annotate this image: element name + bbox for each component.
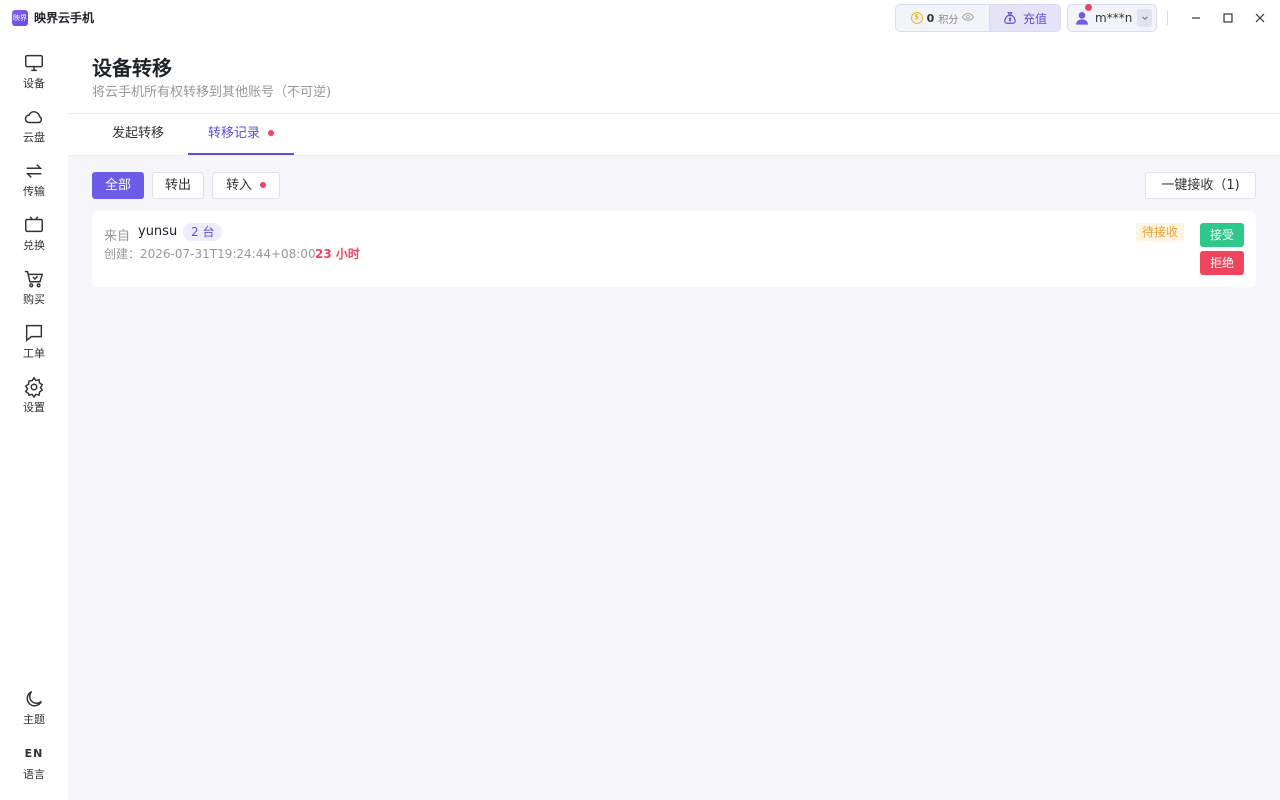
filter-incoming-button[interactable]: 转入 — [212, 172, 280, 199]
tab-label: 转移记录 — [208, 126, 261, 141]
cart-icon — [24, 270, 44, 288]
recharge-button[interactable]: 充值 — [989, 5, 1060, 31]
filter-label: 转入 — [225, 178, 252, 193]
accept-button[interactable]: 接受 — [1200, 223, 1244, 247]
app-title: 映界云手机 — [34, 11, 95, 25]
minimize-icon — [1192, 17, 1200, 19]
status-badge: 待接收 — [1136, 223, 1185, 241]
device-count-badge: 2 台 — [183, 223, 223, 241]
gear-icon — [24, 376, 44, 398]
tab-initiate-transfer[interactable]: 发起转移 — [92, 114, 184, 155]
user-avatar-icon — [1074, 10, 1090, 26]
points-panel: $ 0 积分 充值 — [895, 4, 1061, 32]
reject-button[interactable]: 拒绝 — [1200, 251, 1244, 275]
sidebar-item-label: 购买 — [23, 293, 45, 306]
sidebar-item-label: 传输 — [23, 185, 45, 198]
tab-label: 发起转移 — [112, 126, 165, 141]
page-header: 设备转移 将云手机所有权转移到其他账号（不可逆) — [68, 36, 1280, 114]
points-value: 0 — [926, 11, 935, 25]
from-label: 来自 — [104, 229, 131, 244]
moneybag-icon — [1004, 12, 1016, 24]
main-content: 设备转移 将云手机所有权转移到其他账号（不可逆) 发起转移 转移记录 全部 转出… — [68, 36, 1280, 800]
sidebar-item-label: 主题 — [23, 713, 45, 726]
transfer-record-card: 来自 yunsu 2 台 创建：2026-07-31T19:24:44+08:0… — [92, 211, 1256, 287]
recharge-label: 充值 — [1022, 11, 1047, 26]
page-title: 设备转移 — [92, 56, 172, 80]
app-logo-icon: 映界 — [12, 10, 28, 26]
filter-label: 转出 — [164, 178, 191, 193]
maximize-icon — [1223, 13, 1233, 23]
user-menu[interactable]: m***n — [1067, 4, 1157, 32]
sidebar-item-transfer[interactable]: 传输 — [0, 160, 68, 208]
sidebar-item-label: 设备 — [23, 77, 45, 90]
page-subtitle: 将云手机所有权转移到其他账号（不可逆) — [92, 85, 332, 100]
coin-icon: $ — [910, 12, 923, 24]
username: m***n — [1095, 11, 1133, 25]
sidebar-item-cloud-drive[interactable]: 云盘 — [0, 106, 68, 154]
notification-dot — [1085, 4, 1092, 11]
eye-icon[interactable] — [962, 11, 975, 26]
points-display[interactable]: $ 0 积分 — [896, 5, 989, 31]
points-label: 积分 — [938, 14, 959, 26]
chat-icon — [25, 324, 43, 342]
sidebar-item-label: 语言 — [23, 768, 45, 781]
sidebar-item-label: 设置 — [23, 401, 45, 414]
tab-transfer-records[interactable]: 转移记录 — [188, 114, 295, 155]
sidebar-item-purchase[interactable]: 购买 — [0, 268, 68, 316]
remaining-time: 23 小时 — [315, 247, 360, 261]
filter-label: 全部 — [104, 178, 131, 193]
filter-outgoing-button[interactable]: 转出 — [152, 172, 204, 199]
ticket-icon — [25, 216, 43, 233]
chevron-down-icon[interactable] — [1137, 9, 1152, 27]
sidebar-item-redeem[interactable]: 兑换 — [0, 214, 68, 262]
cloud-icon — [24, 111, 43, 124]
transfer-icon — [25, 164, 43, 178]
close-button[interactable] — [1250, 8, 1270, 28]
sidebar-item-language[interactable]: EN 语言 — [0, 743, 68, 791]
sidebar: 设备 云盘 传输 兑换 购买 工单 设置 主题 EN 语言 — [0, 36, 68, 800]
created-time: 创建：2026-07-31T19:24:44+08:00 — [104, 247, 316, 261]
sidebar-item-label: 云盘 — [23, 131, 45, 144]
close-icon — [1255, 13, 1265, 23]
sidebar-item-theme[interactable]: 主题 — [0, 688, 68, 736]
from-user: yunsu — [138, 224, 178, 239]
sidebar-item-label: 兑换 — [23, 239, 45, 252]
sidebar-item-tickets[interactable]: 工单 — [0, 322, 68, 370]
titlebar-divider — [1167, 11, 1168, 25]
moon-icon — [26, 690, 43, 707]
filter-all-button[interactable]: 全部 — [92, 172, 144, 199]
monitor-icon — [25, 54, 43, 72]
notification-dot — [268, 129, 275, 136]
minimize-button[interactable] — [1186, 8, 1206, 28]
accept-all-button[interactable]: 一键接收（1) — [1145, 172, 1256, 199]
title-bar: 映界 映界云手机 $ 0 积分 充值 m***n — [0, 0, 1280, 36]
language-glyph: EN — [24, 747, 44, 760]
tab-bar: 发起转移 转移记录 — [68, 114, 1280, 156]
sidebar-item-settings[interactable]: 设置 — [0, 376, 68, 424]
sidebar-item-label: 工单 — [23, 347, 45, 360]
sidebar-item-devices[interactable]: 设备 — [0, 52, 68, 100]
notification-dot — [260, 181, 266, 188]
maximize-button[interactable] — [1218, 8, 1238, 28]
